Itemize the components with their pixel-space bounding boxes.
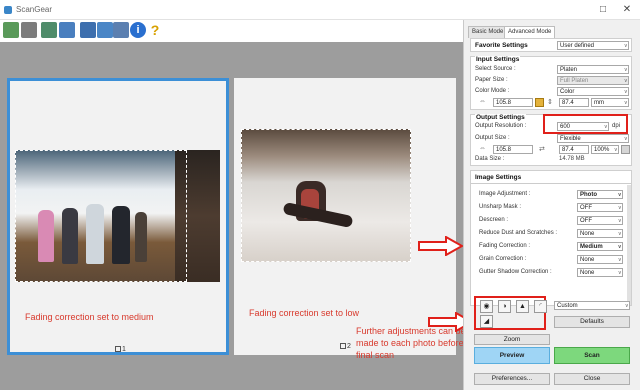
reduce-dust-label: Reduce Dust and Scratches : <box>479 230 558 236</box>
data-size-value: 14.78 MB <box>559 156 585 162</box>
annotation-low: Fading correction set to low <box>249 308 360 318</box>
scrollbar[interactable] <box>627 185 631 305</box>
favorite-section: Favorite Settings User defined <box>470 38 632 52</box>
unsharp-mask-select[interactable]: OFF <box>577 203 623 212</box>
close-button[interactable]: Close <box>554 373 630 385</box>
thumbnail-card-1[interactable]: Fading correction set to medium 1 <box>7 78 229 355</box>
zoom-button[interactable]: Zoom <box>474 334 550 345</box>
favorite-label: Favorite Settings <box>475 42 528 49</box>
output-width-field[interactable]: 105.8 <box>493 145 533 154</box>
data-size-label: Data Size : <box>475 156 505 162</box>
thumbnail-checkbox-1[interactable]: 1 <box>115 346 126 353</box>
paper-size-select[interactable]: Full Platen <box>557 76 629 85</box>
output-height-field[interactable]: 87.4 <box>559 145 589 154</box>
select-source-select[interactable]: Platen <box>557 65 629 74</box>
close-window-button[interactable]: ✕ <box>620 3 634 16</box>
output-size-label: Output Size : <box>475 135 510 141</box>
preferences-button[interactable]: Preferences... <box>474 373 550 385</box>
output-width-icon: ⇔ <box>479 145 486 152</box>
annotation-medium: Fading correction set to medium <box>25 312 154 322</box>
settings-panel: Basic Mode Advanced Mode Favorite Settin… <box>463 20 640 390</box>
image-list-icon[interactable] <box>59 22 75 38</box>
gutter-shadow-label: Gutter Shadow Correction : <box>479 269 552 275</box>
auto-crop-icon[interactable] <box>80 22 96 38</box>
fading-correction-label: Fading Correction : <box>479 243 531 249</box>
crop-frame-1[interactable] <box>15 150 187 282</box>
crop-frame-2[interactable] <box>241 129 411 262</box>
image-adjustment-label: Image Adjustment : <box>479 191 531 197</box>
swap-icon[interactable]: ⇄ <box>539 145 545 153</box>
maximize-button[interactable]: □ <box>596 3 610 16</box>
scan-button[interactable]: Scan <box>554 347 630 364</box>
thumbnail-number-1: 1 <box>122 346 126 353</box>
preview-area: Fading correction set to medium 1 Fading… <box>0 42 466 390</box>
clear-icon[interactable] <box>21 22 37 38</box>
select-source-label: Select Source : <box>475 66 516 72</box>
output-resolution-label: Output Resolution : <box>475 123 527 129</box>
tab-basic-mode[interactable]: Basic Mode <box>468 26 508 38</box>
input-height-field[interactable]: 87.4 <box>559 98 589 107</box>
help-icon[interactable]: ? <box>147 22 163 38</box>
input-settings-title: Input Settings <box>475 56 521 63</box>
descreen-label: Descreen : <box>479 217 509 223</box>
grain-correction-select[interactable]: None <box>577 255 623 264</box>
tone-preset-select[interactable]: Custom <box>554 301 630 310</box>
thumbnail-number-2: 2 <box>347 343 351 350</box>
gutter-shadow-select[interactable]: None <box>577 268 623 277</box>
width-icon: ⇔ <box>479 98 486 105</box>
scan-to-icon[interactable] <box>3 22 19 38</box>
grain-correction-label: Grain Correction : <box>479 256 527 262</box>
info-icon[interactable]: i <box>130 22 146 38</box>
output-settings-title: Output Settings <box>475 114 526 121</box>
input-width-field[interactable]: 105.8 <box>493 98 533 107</box>
height-icon: ⇕ <box>547 99 553 106</box>
output-size-select[interactable]: Flexible <box>557 134 629 143</box>
descreen-select[interactable]: OFF <box>577 216 623 225</box>
title-bar: ScanGear □ ✕ <box>0 0 640 20</box>
thumbnail-checkbox-2[interactable]: 2 <box>340 343 351 350</box>
arrow-to-fading <box>418 236 464 256</box>
defaults-button[interactable]: Defaults <box>554 316 630 328</box>
paper-size-label: Paper Size : <box>475 77 508 83</box>
favorite-select[interactable]: User defined <box>557 41 629 50</box>
image-settings-section: Image Settings Image Adjustment : Photo … <box>470 170 632 306</box>
histogram-icon[interactable]: ▲ <box>516 300 529 313</box>
color-mode-label: Color Mode : <box>475 88 510 94</box>
select-all-icon[interactable] <box>97 22 113 38</box>
image-settings-title: Image Settings <box>475 174 522 181</box>
unsharp-mask-label: Unsharp Mask : <box>479 204 522 210</box>
image-adjustment-select[interactable]: Photo <box>577 190 623 199</box>
color-adjust-icon[interactable]: ◉ <box>480 300 493 313</box>
highlight-resolution <box>543 114 628 134</box>
brightness-contrast-icon[interactable]: ◑ <box>498 300 511 313</box>
fit-icon[interactable] <box>621 145 630 154</box>
toolbar: i ? <box>0 20 463 42</box>
aspect-lock-icon[interactable] <box>535 98 544 107</box>
preview-button[interactable]: Preview <box>474 347 550 364</box>
thumbnail-card-2[interactable]: Fading correction set to low Further adj… <box>234 78 466 360</box>
tab-advanced-mode[interactable]: Advanced Mode <box>504 26 556 38</box>
window-title: ScanGear <box>16 5 53 14</box>
rotate-icon[interactable] <box>113 22 129 38</box>
scale-select[interactable]: 100% <box>591 145 619 154</box>
reduce-dust-select[interactable]: None <box>577 229 623 238</box>
app-icon <box>4 6 12 14</box>
image-icon[interactable] <box>41 22 57 38</box>
input-settings-section: Input Settings Select Source : Platen Pa… <box>470 56 632 110</box>
fading-correction-select[interactable]: Medium <box>577 242 623 251</box>
color-mode-select[interactable]: Color <box>557 87 629 96</box>
tone-curve-icon[interactable]: ◜ <box>534 300 547 313</box>
unit-select[interactable]: mm <box>591 98 629 107</box>
final-review-icon[interactable]: ◢ <box>480 315 493 328</box>
